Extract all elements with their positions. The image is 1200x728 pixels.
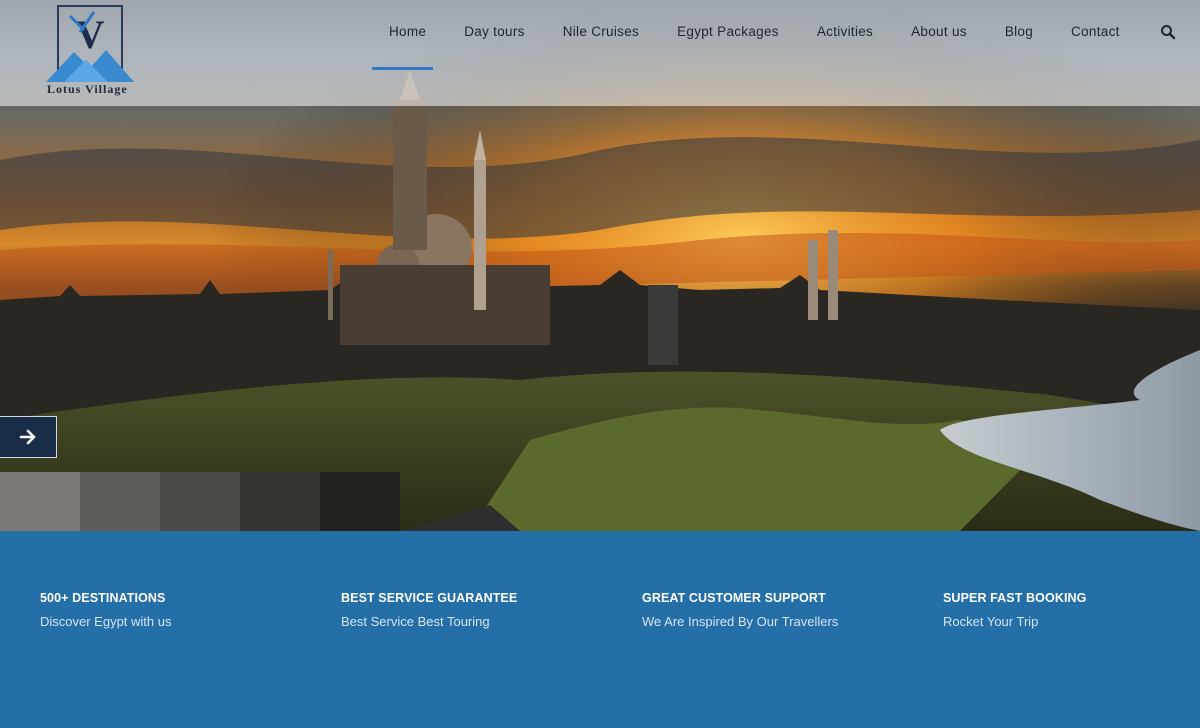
slider-thumbnails xyxy=(0,472,400,531)
feature-text: Discover Egypt with us xyxy=(40,614,172,629)
feature-title: 500+ DESTINATIONS xyxy=(40,591,166,605)
feature-title: BEST SERVICE GUARANTEE xyxy=(341,591,518,605)
slider-thumbnail[interactable] xyxy=(240,472,320,531)
slider-thumbnail[interactable] xyxy=(320,472,400,531)
feature-title: SUPER FAST BOOKING xyxy=(943,591,1087,605)
main-nav: Home Day tours Nile Cruises Egypt Packag… xyxy=(370,22,1139,70)
nav-item-home[interactable]: Home xyxy=(370,22,445,70)
features-section: 500+ DESTINATIONS Discover Egypt with us… xyxy=(0,531,1200,728)
slider-thumbnail[interactable] xyxy=(160,472,240,531)
hero-slider: V Lotus Village Home Day tours Nile Crui… xyxy=(0,0,1200,531)
feature-service-guarantee: BEST SERVICE GUARANTEE Best Service Best… xyxy=(341,590,621,630)
feature-text: We Are Inspired By Our Travellers xyxy=(642,614,839,629)
nav-item-contact[interactable]: Contact xyxy=(1052,22,1139,42)
arrow-right-icon xyxy=(19,429,36,445)
nav-item-day-tours[interactable]: Day tours xyxy=(445,22,543,42)
slider-thumbnail[interactable] xyxy=(0,472,80,531)
feature-destinations: 500+ DESTINATIONS Discover Egypt with us xyxy=(40,590,320,630)
logo-text: Lotus Village xyxy=(47,82,128,96)
nav-item-nile-cruises[interactable]: Nile Cruises xyxy=(544,22,658,42)
feature-text: Best Service Best Touring xyxy=(341,614,490,629)
feature-customer-support: GREAT CUSTOMER SUPPORT We Are Inspired B… xyxy=(642,590,922,630)
nav-item-about-us[interactable]: About us xyxy=(892,22,986,42)
site-header: V Lotus Village Home Day tours Nile Crui… xyxy=(0,0,1200,106)
page: V Lotus Village Home Day tours Nile Crui… xyxy=(0,0,1200,728)
nav-item-egypt-packages[interactable]: Egypt Packages xyxy=(658,22,798,42)
search-icon[interactable] xyxy=(1160,24,1176,40)
feature-fast-booking: SUPER FAST BOOKING Rocket Your Trip xyxy=(943,590,1200,630)
slider-next-button[interactable] xyxy=(0,416,57,458)
feature-text: Rocket Your Trip xyxy=(943,614,1039,629)
feature-title: GREAT CUSTOMER SUPPORT xyxy=(642,591,826,605)
nav-item-activities[interactable]: Activities xyxy=(798,22,892,42)
nav-item-blog[interactable]: Blog xyxy=(986,22,1052,42)
slider-thumbnail[interactable] xyxy=(80,472,160,531)
